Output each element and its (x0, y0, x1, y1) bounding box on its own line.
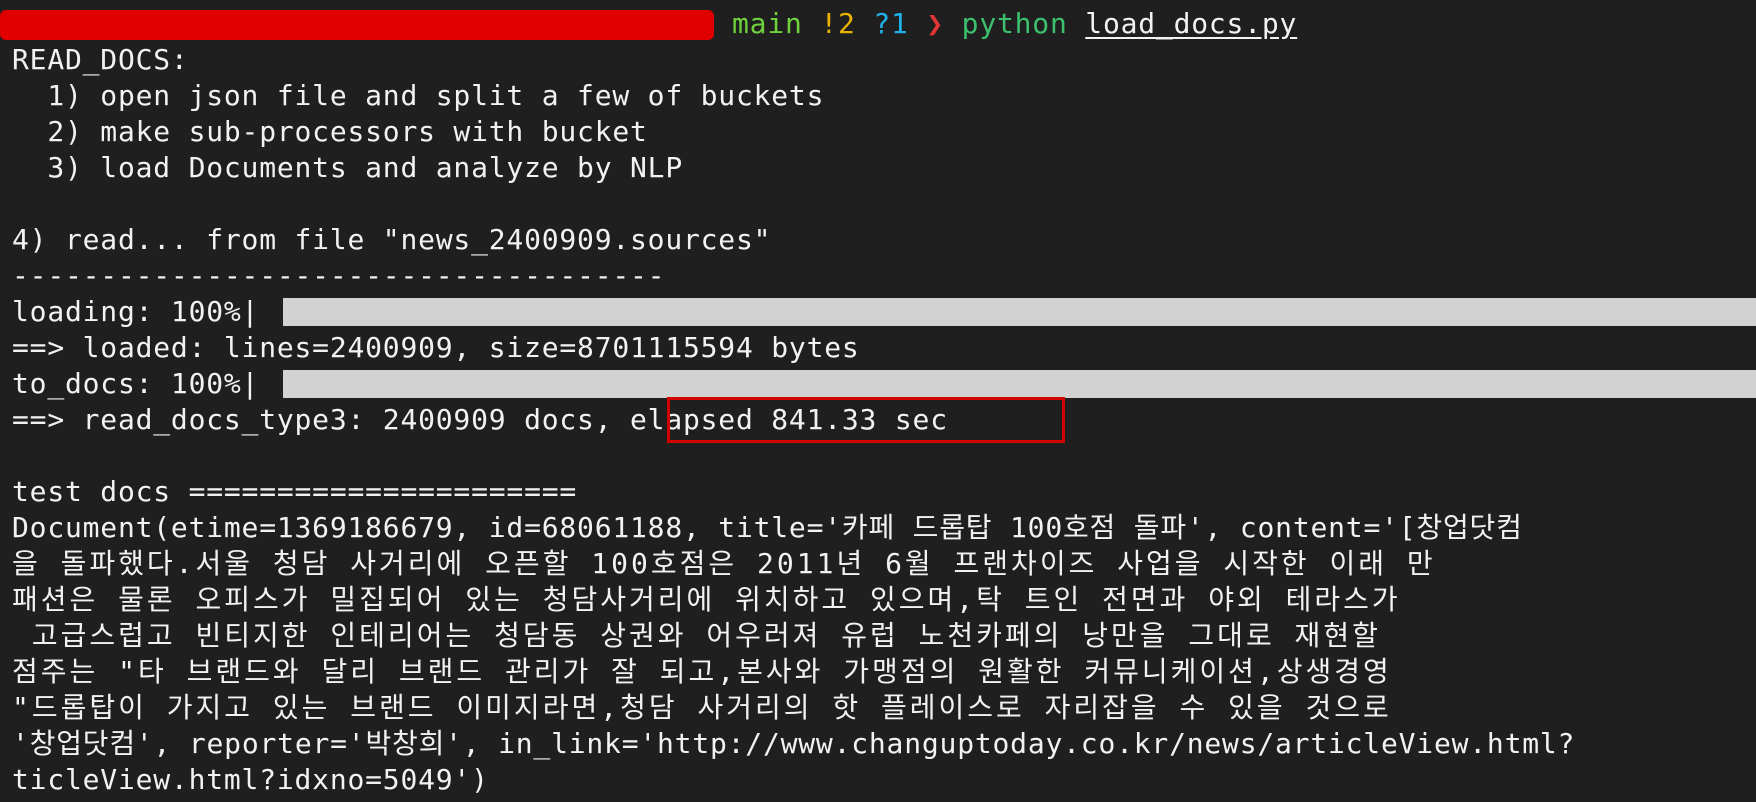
document-line: 고급스럽고 빈티지한 인테리어는 청담동 상권와 어우러져 유럽 노천카페의 낭… (12, 619, 1401, 652)
prompt-line: main !2 ?1 ❯ python load_docs.py (732, 6, 1297, 42)
git-untracked-count: ?1 (873, 7, 909, 40)
git-branch: main (732, 7, 803, 40)
document-line: "드롭탑이 가지고 있는 브랜드 이미지라면,청담 사거리의 핫 플레이스로 자… (12, 691, 1392, 724)
loading-progress-label: loading: 100%| (12, 295, 260, 328)
document-line: 패션은 물론 오피스가 밀집되어 있는 청담사거리에 위치하고 있으며,탁 트인… (12, 583, 1401, 616)
to-docs-progress-label: to_docs: 100%| (12, 367, 260, 400)
loaded-summary: ==> loaded: lines=2400909, size=87011155… (12, 331, 860, 364)
read-docs-prefix: ==> read_docs_type3: 2400909 docs, (12, 403, 631, 436)
command-name: python (961, 7, 1068, 40)
document-line: 점주는 "타 브랜드와 달리 브랜드 관리가 잘 되고,본사와 가맹점의 원활한… (12, 655, 1392, 688)
document-line-cutoff: ▁ ▂▁ ▁ ▁▂▁ ▁▁ ▂ ▁▁▁▁▁ ▁ ▁▁ (12, 792, 1160, 802)
output-divider: ------------------------------------- (12, 259, 666, 292)
document-line: Document(etime=1369186679, id=68061188, … (12, 511, 1523, 544)
terminal-window[interactable]: main !2 ?1 ❯ python load_docs.py READ_DO… (0, 0, 1756, 802)
redacted-prompt-path (0, 10, 714, 40)
document-line: '창업닷컴', reporter='박창희', in_link='http://… (12, 727, 1576, 760)
to-docs-progress-bar (283, 370, 1756, 398)
prompt-arrow-icon: ❯ (926, 7, 944, 40)
git-changes-count: !2 (820, 7, 856, 40)
output-header: READ_DOCS: (12, 43, 189, 76)
output-step-3: 3) load Documents and analyze by NLP (12, 151, 683, 184)
loading-progress-bar (283, 298, 1756, 326)
output-step-4: 4) read... from file "news_2400909.sourc… (12, 223, 772, 256)
command-argument[interactable]: load_docs.py (1085, 7, 1297, 40)
test-docs-header: test docs ====================== (12, 475, 578, 508)
output-step-2: 2) make sub-processors with bucket (12, 115, 648, 148)
output-step-1: 1) open json file and split a few of buc… (12, 79, 825, 112)
elapsed-highlight-box (667, 397, 1065, 443)
document-line: 을 돌파했다.서울 청담 사거리에 오픈할 100호점은 2011년 6월 프랜… (12, 547, 1436, 580)
